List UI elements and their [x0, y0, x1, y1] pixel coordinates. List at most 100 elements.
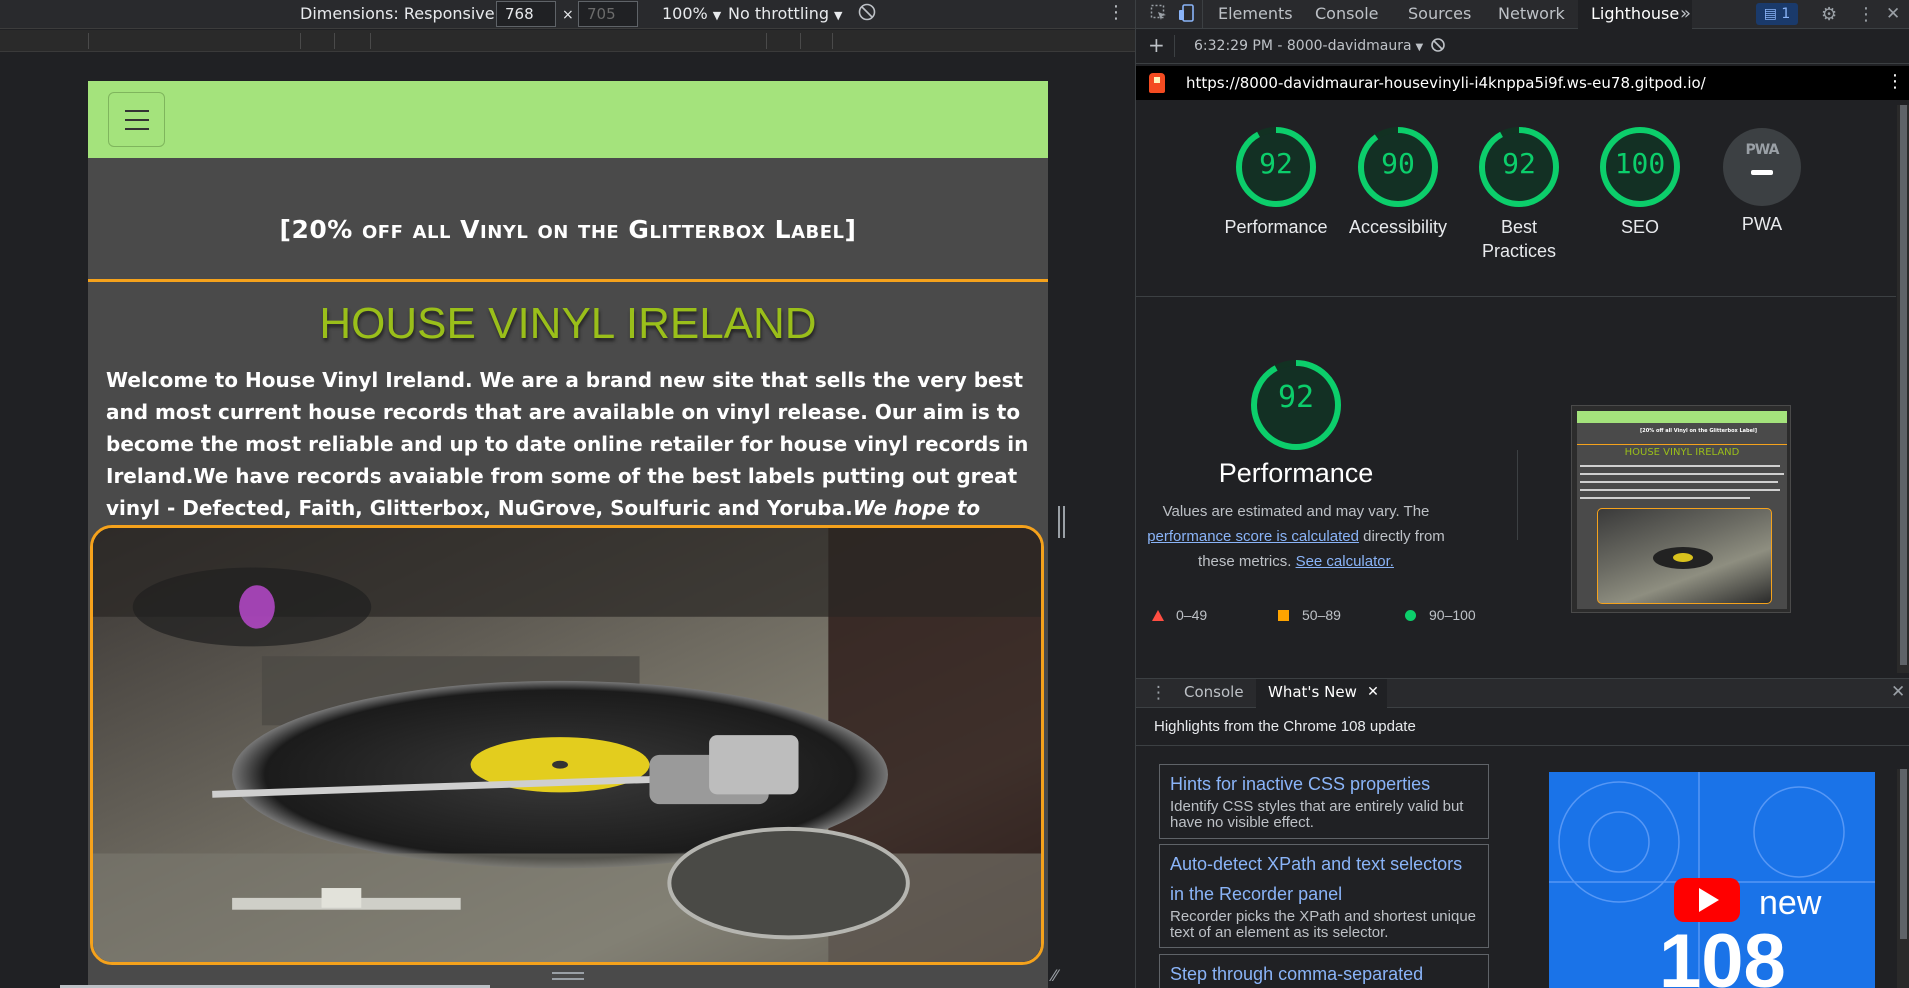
score-value: 100 [1614, 147, 1666, 180]
tab-sources[interactable]: Sources [1396, 0, 1483, 29]
triangle-icon [1152, 610, 1164, 621]
more-options-icon[interactable]: ⋮ [1857, 4, 1875, 25]
performance-title: Performance [1218, 458, 1374, 488]
devtools-tabbar: Elements Console Sources Network Lightho… [1136, 0, 1909, 29]
see-calculator-link[interactable]: See calculator. [1296, 553, 1394, 570]
promo-divider [88, 279, 1048, 282]
lighthouse-toolbar: + 6:32:29 PM - 8000-davidmaura ▼ [1136, 29, 1909, 64]
drawer-menu-icon[interactable]: ⋮ [1150, 683, 1167, 703]
report-scrollbar[interactable] [1897, 105, 1909, 673]
thumb-title: HOUSE VINYL IRELAND [1624, 447, 1740, 458]
viewport-resize-handle-corner[interactable]: ⁄⁄ [1052, 966, 1057, 985]
device-mode-area: Dimensions: Responsive▼ 768 × 705 100%▼ … [0, 0, 1135, 988]
devtools-panel: Elements Console Sources Network Lightho… [1135, 0, 1909, 988]
caret-down-icon: ▼ [712, 9, 722, 22]
report-menu-icon[interactable]: ⋮ [1886, 71, 1904, 92]
hero-turntable-image [90, 525, 1044, 965]
site-navbar [88, 81, 1048, 158]
device-viewport: [20% off all Vinyl on the Glitterbox Lab… [88, 81, 1048, 988]
score-gauge-best-practices[interactable]: 92 Best Practices [1449, 125, 1589, 263]
section-divider [1136, 296, 1896, 297]
circle-icon [1405, 610, 1416, 621]
video-version-text: 108 [1659, 919, 1786, 988]
drawer-tabbar: ⋮ Console What's New ✕ ✕ [1136, 679, 1909, 708]
viewport-resize-handle-bottom[interactable] [552, 972, 584, 980]
issues-badge[interactable]: ▤ 1 [1756, 3, 1798, 25]
media-query-ruler [0, 30, 1135, 52]
score-gauge-accessibility[interactable]: 90 Accessibility [1328, 125, 1468, 239]
promo-banner: [20% off all Vinyl on the Glitterbox Lab… [279, 215, 857, 244]
score-value: 92 [1502, 147, 1536, 180]
final-screenshot-thumbnail[interactable]: [20% off all Vinyl on the Glitterbox Lab… [1571, 405, 1791, 613]
performance-score-link[interactable]: performance score is calculated [1147, 528, 1359, 545]
video-new-text: new [1759, 884, 1822, 922]
legend-pass: 90–100 [1405, 607, 1476, 623]
legend-fail: 0–49 [1152, 607, 1207, 623]
score-gauge-seo[interactable]: 100 SEO [1570, 125, 1710, 239]
width-input[interactable]: 768 [496, 1, 556, 27]
close-devtools-icon[interactable]: ✕ [1886, 4, 1900, 24]
drawer-tab-whats-new[interactable]: What's New ✕ [1256, 679, 1387, 708]
pwa-badge-icon: PWA [1723, 128, 1801, 206]
report-selector[interactable]: 6:32:29 PM - 8000-davidmaura ▼ [1194, 38, 1423, 54]
viewport-resize-handle-right[interactable] [1058, 506, 1065, 538]
height-input[interactable]: 705 [578, 1, 638, 27]
news-item[interactable]: Step through comma-separated [1159, 954, 1489, 988]
tab-console[interactable]: Console [1303, 0, 1391, 29]
score-label: Best Practices [1481, 217, 1557, 261]
device-toolbar-icon[interactable] [1178, 4, 1196, 27]
score-label: Accessibility [1348, 217, 1448, 237]
score-label: SEO [1620, 217, 1659, 237]
more-tabs-icon[interactable]: » [1674, 0, 1697, 29]
close-tab-icon[interactable]: ✕ [1367, 679, 1379, 706]
news-item-desc: Recorder picks the XPath and shortest un… [1170, 908, 1477, 941]
vertical-divider [1517, 450, 1518, 540]
lighthouse-report: 92 Performance 90 Accessibility 92 Best … [1136, 100, 1896, 678]
caret-down-icon: ▼ [1415, 42, 1424, 53]
throttling-dropdown[interactable]: No throttling ▼ [728, 4, 842, 23]
news-item-title: Step through comma-separated [1170, 964, 1424, 984]
thumb-promo: [20% off all Vinyl on the Glitterbox Lab… [1639, 428, 1757, 434]
inspect-element-icon[interactable] [1150, 4, 1168, 27]
score-value: 92 [1259, 147, 1293, 180]
news-item-desc: Identify CSS styles that are entirely va… [1170, 798, 1464, 831]
dimensions-dropdown[interactable]: Dimensions: Responsive▼ [300, 4, 508, 23]
score-label: PWA [1741, 214, 1783, 234]
rotate-icon[interactable] [857, 2, 877, 26]
caret-down-icon: ▼ [834, 9, 843, 22]
hamburger-menu-button[interactable] [108, 92, 165, 147]
times-sign: × [562, 7, 574, 23]
performance-section: 92 Performance Values are estimated and … [1146, 358, 1446, 574]
news-item[interactable]: Hints for inactive CSS properties Identi… [1159, 764, 1489, 839]
performance-description: Values are estimated and may vary. The p… [1147, 503, 1445, 570]
score-gauge-performance[interactable]: 92 Performance [1206, 125, 1346, 239]
whats-new-headline: Highlights from the Chrome 108 update [1136, 708, 1909, 746]
drawer-scrollbar[interactable] [1897, 769, 1909, 988]
legend-average: 50–89 [1278, 607, 1341, 623]
more-options-icon[interactable]: ⋮ [1107, 2, 1125, 23]
zoom-dropdown[interactable]: 100% ▼ [662, 4, 721, 23]
whats-new-video-thumbnail[interactable]: new 108 [1549, 772, 1875, 988]
news-item[interactable]: Auto-detect XPath and text selectors in … [1159, 844, 1489, 948]
site-brand-heading: HOUSE VINYL IRELAND [319, 299, 817, 348]
report-url-link[interactable]: https://8000-davidmaurar-housevinyli-i4k… [1186, 74, 1706, 92]
report-url-bar: https://8000-davidmaurar-housevinyli-i4k… [1136, 66, 1909, 100]
settings-gear-icon[interactable]: ⚙ [1821, 4, 1837, 25]
screen: Dimensions: Responsive▼ 768 × 705 100%▼ … [0, 0, 1909, 988]
lighthouse-logo-icon [1149, 73, 1165, 93]
performance-score-value: 92 [1277, 380, 1315, 415]
score-value: 90 [1381, 147, 1415, 180]
new-report-plus-icon[interactable]: + [1148, 33, 1165, 57]
message-icon: ▤ [1763, 6, 1777, 22]
news-item-title: Auto-detect XPath and text selectors in … [1170, 854, 1463, 904]
square-icon [1278, 610, 1289, 621]
device-toolbar: Dimensions: Responsive▼ 768 × 705 100%▼ … [0, 0, 1135, 29]
tab-network[interactable]: Network [1486, 0, 1577, 29]
drawer-tab-console[interactable]: Console [1172, 679, 1256, 708]
close-drawer-icon[interactable]: ✕ [1891, 682, 1905, 702]
score-gauge-pwa[interactable]: PWA PWA [1692, 125, 1832, 236]
news-item-title: Hints for inactive CSS properties [1170, 774, 1431, 794]
tab-elements[interactable]: Elements [1206, 0, 1305, 29]
clear-reports-icon[interactable] [1430, 37, 1446, 57]
devtools-drawer: ⋮ Console What's New ✕ ✕ Highlights from … [1136, 678, 1909, 988]
